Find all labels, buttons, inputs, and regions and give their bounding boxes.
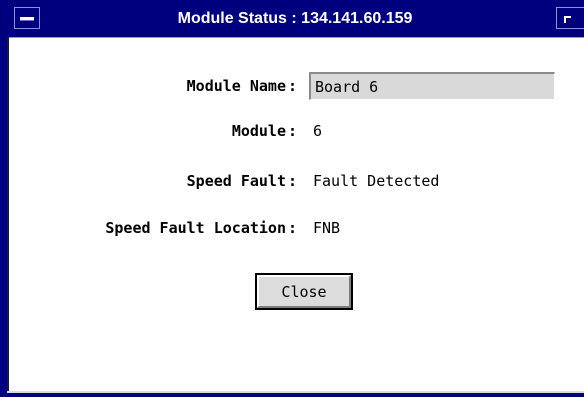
window-frame-bottom	[0, 393, 584, 397]
content-divider	[9, 37, 584, 38]
close-button[interactable]: Close	[255, 273, 353, 310]
module-separator: :	[288, 122, 298, 140]
speed-fault-location-separator: :	[288, 219, 298, 237]
speed-fault-location-value: FNB	[313, 219, 341, 237]
window-menu-icon	[20, 17, 34, 21]
window-title: Module Status : 134.141.60.159	[177, 10, 413, 27]
window-menu-button[interactable]	[14, 7, 40, 29]
speed-fault-location-label: Speed Fault Location	[105, 219, 286, 237]
window-frame-left	[0, 0, 7, 397]
module-label: Module	[231, 122, 286, 140]
close-button-label: Close	[257, 275, 351, 308]
module-name-separator: :	[288, 77, 298, 95]
module-status-window: Module Status : 134.141.60.159 Module Na…	[0, 0, 584, 397]
maximize-icon	[564, 16, 571, 23]
speed-fault-separator: :	[288, 172, 298, 190]
module-value: 6	[313, 122, 323, 140]
maximize-button[interactable]	[556, 7, 584, 29]
module-name-input[interactable]	[309, 72, 555, 100]
title-bar[interactable]: Module Status : 134.141.60.159	[0, 0, 584, 37]
module-name-label: Module Name	[186, 77, 286, 95]
speed-fault-value: Fault Detected	[313, 172, 440, 190]
window-frame-shadow	[7, 37, 9, 393]
speed-fault-label: Speed Fault	[186, 172, 286, 190]
